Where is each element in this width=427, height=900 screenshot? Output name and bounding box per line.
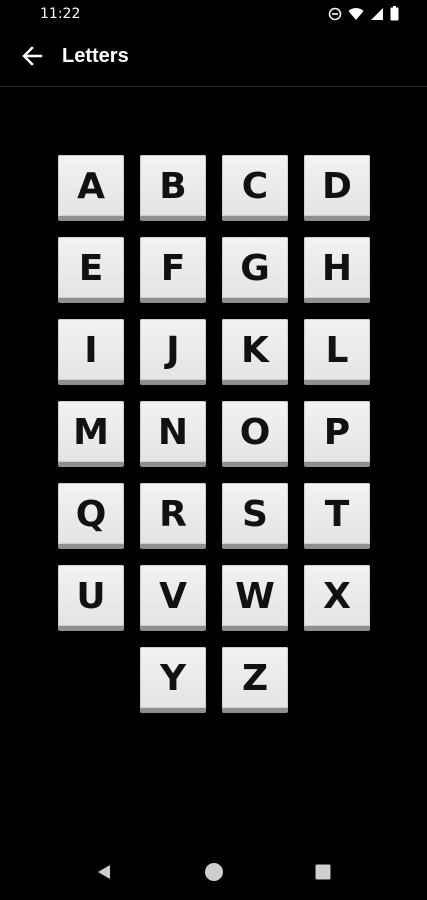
letter-tile-z[interactable]: Z bbox=[222, 647, 288, 713]
letter-tile-u[interactable]: U bbox=[58, 565, 124, 631]
letter-tile-o[interactable]: O bbox=[222, 401, 288, 467]
nav-recents-button[interactable] bbox=[311, 862, 335, 886]
battery-icon bbox=[390, 6, 399, 21]
status-icons bbox=[328, 6, 399, 21]
letter-tile-s[interactable]: S bbox=[222, 483, 288, 549]
letter-tile-j[interactable]: J bbox=[140, 319, 206, 385]
letter-tile-v[interactable]: V bbox=[140, 565, 206, 631]
app-bar: Letters bbox=[0, 30, 427, 87]
nav-back-button[interactable] bbox=[92, 862, 116, 886]
letter-tile-k[interactable]: K bbox=[222, 319, 288, 385]
signal-icon bbox=[370, 7, 384, 21]
status-bar: 11:22 bbox=[0, 0, 427, 30]
letter-tile-r[interactable]: R bbox=[140, 483, 206, 549]
arrow-left-icon bbox=[21, 45, 43, 72]
letter-tile-x[interactable]: X bbox=[304, 565, 370, 631]
recents-square-icon bbox=[314, 863, 332, 886]
status-time: 11:22 bbox=[40, 6, 81, 22]
navigation-bar bbox=[0, 846, 427, 900]
letter-tile-c[interactable]: C bbox=[222, 155, 288, 221]
letter-tile-n[interactable]: N bbox=[140, 401, 206, 467]
letter-tile-b[interactable]: B bbox=[140, 155, 206, 221]
page-title: Letters bbox=[62, 45, 129, 67]
letter-tile-i[interactable]: I bbox=[58, 319, 124, 385]
wifi-icon bbox=[348, 7, 364, 21]
letter-tile-w[interactable]: W bbox=[222, 565, 288, 631]
home-circle-icon bbox=[204, 862, 224, 887]
letter-tile-d[interactable]: D bbox=[304, 155, 370, 221]
letter-tile-y[interactable]: Y bbox=[140, 647, 206, 713]
do-not-disturb-icon bbox=[328, 7, 342, 21]
letter-tile-p[interactable]: P bbox=[304, 401, 370, 467]
back-button[interactable] bbox=[18, 44, 46, 72]
letter-tile-f[interactable]: F bbox=[140, 237, 206, 303]
letter-tile-h[interactable]: H bbox=[304, 237, 370, 303]
letter-tile-m[interactable]: M bbox=[58, 401, 124, 467]
nav-home-button[interactable] bbox=[202, 862, 226, 886]
letter-tile-a[interactable]: A bbox=[58, 155, 124, 221]
letter-tile-q[interactable]: Q bbox=[58, 483, 124, 549]
letter-grid: ABCD EFGH IJKL MNOP QRST UVWX YZ bbox=[58, 155, 370, 713]
letter-tile-t[interactable]: T bbox=[304, 483, 370, 549]
back-triangle-icon bbox=[95, 863, 113, 886]
letter-tile-g[interactable]: G bbox=[222, 237, 288, 303]
letter-tile-l[interactable]: L bbox=[304, 319, 370, 385]
letter-tile-e[interactable]: E bbox=[58, 237, 124, 303]
